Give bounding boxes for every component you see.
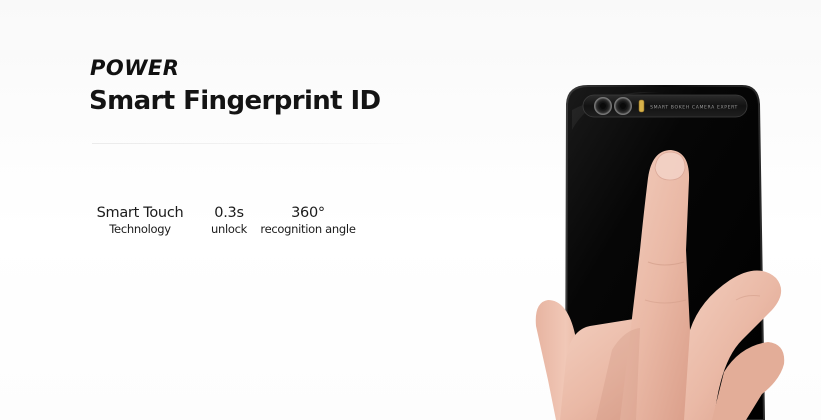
fingernail: [654, 151, 686, 181]
camera-strip-label: SMART BOKEH CAMERA EXPERT: [650, 105, 738, 111]
product-banner: POWER Smart Fingerprint ID Smart Touch T…: [0, 0, 821, 420]
flash-icon: [638, 99, 645, 113]
phone-with-finger-illustration: SMART BOKEH CAMERA EXPERT: [535, 85, 785, 420]
